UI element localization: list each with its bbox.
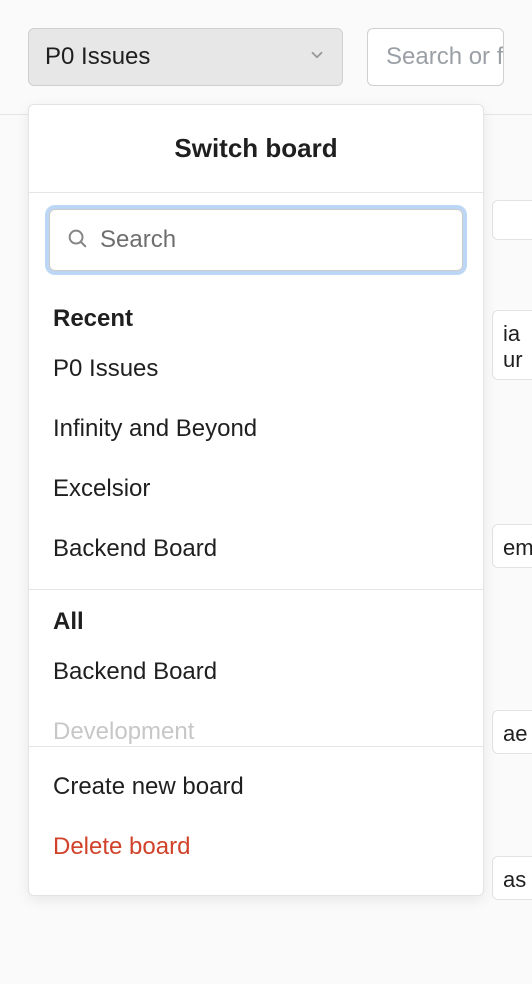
board-item-excelsior[interactable]: Excelsior	[29, 459, 483, 519]
switch-board-dropdown: Switch board Recent P0 Issues Infinity a…	[28, 104, 484, 896]
top-bar: P0 Issues Search or f	[0, 0, 532, 115]
dropdown-title: Switch board	[29, 105, 483, 193]
chevron-down-icon	[308, 46, 326, 69]
board-item-development[interactable]: Development	[29, 702, 483, 746]
all-section-label: All	[29, 590, 483, 642]
create-new-board-button[interactable]: Create new board	[29, 757, 483, 817]
recent-section-label: Recent	[29, 287, 483, 339]
board-item-infinity-and-beyond[interactable]: Infinity and Beyond	[29, 399, 483, 459]
search-icon	[66, 227, 88, 254]
dropdown-search-box[interactable]	[49, 209, 463, 271]
board-selector-label: P0 Issues	[45, 43, 150, 71]
search-placeholder-text: Search or f	[386, 43, 503, 70]
board-item-p0-issues[interactable]: P0 Issues	[29, 339, 483, 399]
background-card	[492, 200, 532, 240]
delete-board-button[interactable]: Delete board	[29, 817, 483, 877]
dropdown-actions: Create new board Delete board	[29, 746, 483, 895]
boards-list: Recent P0 Issues Infinity and Beyond Exc…	[29, 287, 483, 746]
board-item-backend-board-all[interactable]: Backend Board	[29, 642, 483, 702]
background-card: ae	[492, 710, 532, 754]
board-item-backend-board[interactable]: Backend Board	[29, 519, 483, 579]
dropdown-search-wrap	[29, 193, 483, 287]
background-card: em	[492, 524, 532, 568]
search-or-filter-input[interactable]: Search or f	[367, 28, 504, 86]
background-card: ia ur	[492, 310, 532, 380]
background-card: as	[492, 856, 532, 900]
dropdown-search-input[interactable]	[100, 226, 446, 254]
board-selector-button[interactable]: P0 Issues	[28, 28, 343, 86]
